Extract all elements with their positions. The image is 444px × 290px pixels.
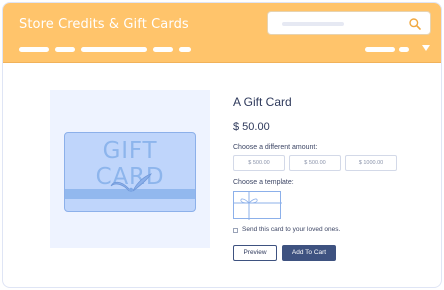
nav-item[interactable] (153, 47, 173, 52)
account-item[interactable] (399, 47, 409, 52)
nav-item[interactable] (19, 47, 49, 52)
send-checkbox[interactable] (233, 228, 238, 233)
product-title: A Gift Card (233, 95, 292, 109)
account-item[interactable] (365, 47, 395, 52)
amount-option-3[interactable]: $ 1000.00 (345, 155, 397, 171)
amount-label: Choose a different amount: (233, 144, 318, 151)
preview-button[interactable]: Preview (233, 245, 277, 261)
nav-item[interactable] (179, 47, 191, 52)
app-title: Store Credits & Gift Cards (19, 17, 189, 32)
nav-item[interactable] (55, 47, 75, 52)
send-checkbox-label: Send this card to your loved ones. (242, 226, 341, 233)
search-input[interactable] (267, 11, 431, 35)
amount-option-1[interactable]: $ 500.00 (233, 155, 285, 171)
add-to-cart-button[interactable]: Add To Cart (282, 245, 336, 261)
gift-card-image: GIFT CARD (64, 132, 196, 212)
app-window: Store Credits & Gift Cards GIFT CARD A G… (2, 2, 442, 288)
header: Store Credits & Gift Cards (3, 3, 441, 63)
template-label: Choose a template: (233, 179, 294, 186)
product-image: GIFT CARD (50, 90, 210, 248)
amount-option-2[interactable]: $ 500.00 (289, 155, 341, 171)
template-option[interactable] (233, 191, 282, 220)
nav-item[interactable] (81, 47, 147, 52)
chevron-down-icon[interactable] (422, 45, 430, 51)
search-icon[interactable] (408, 17, 422, 31)
product-price: $ 50.00 (233, 121, 270, 133)
gift-template-icon (234, 192, 282, 220)
search-placeholder (282, 22, 344, 26)
ribbon-bow-icon (110, 173, 152, 192)
